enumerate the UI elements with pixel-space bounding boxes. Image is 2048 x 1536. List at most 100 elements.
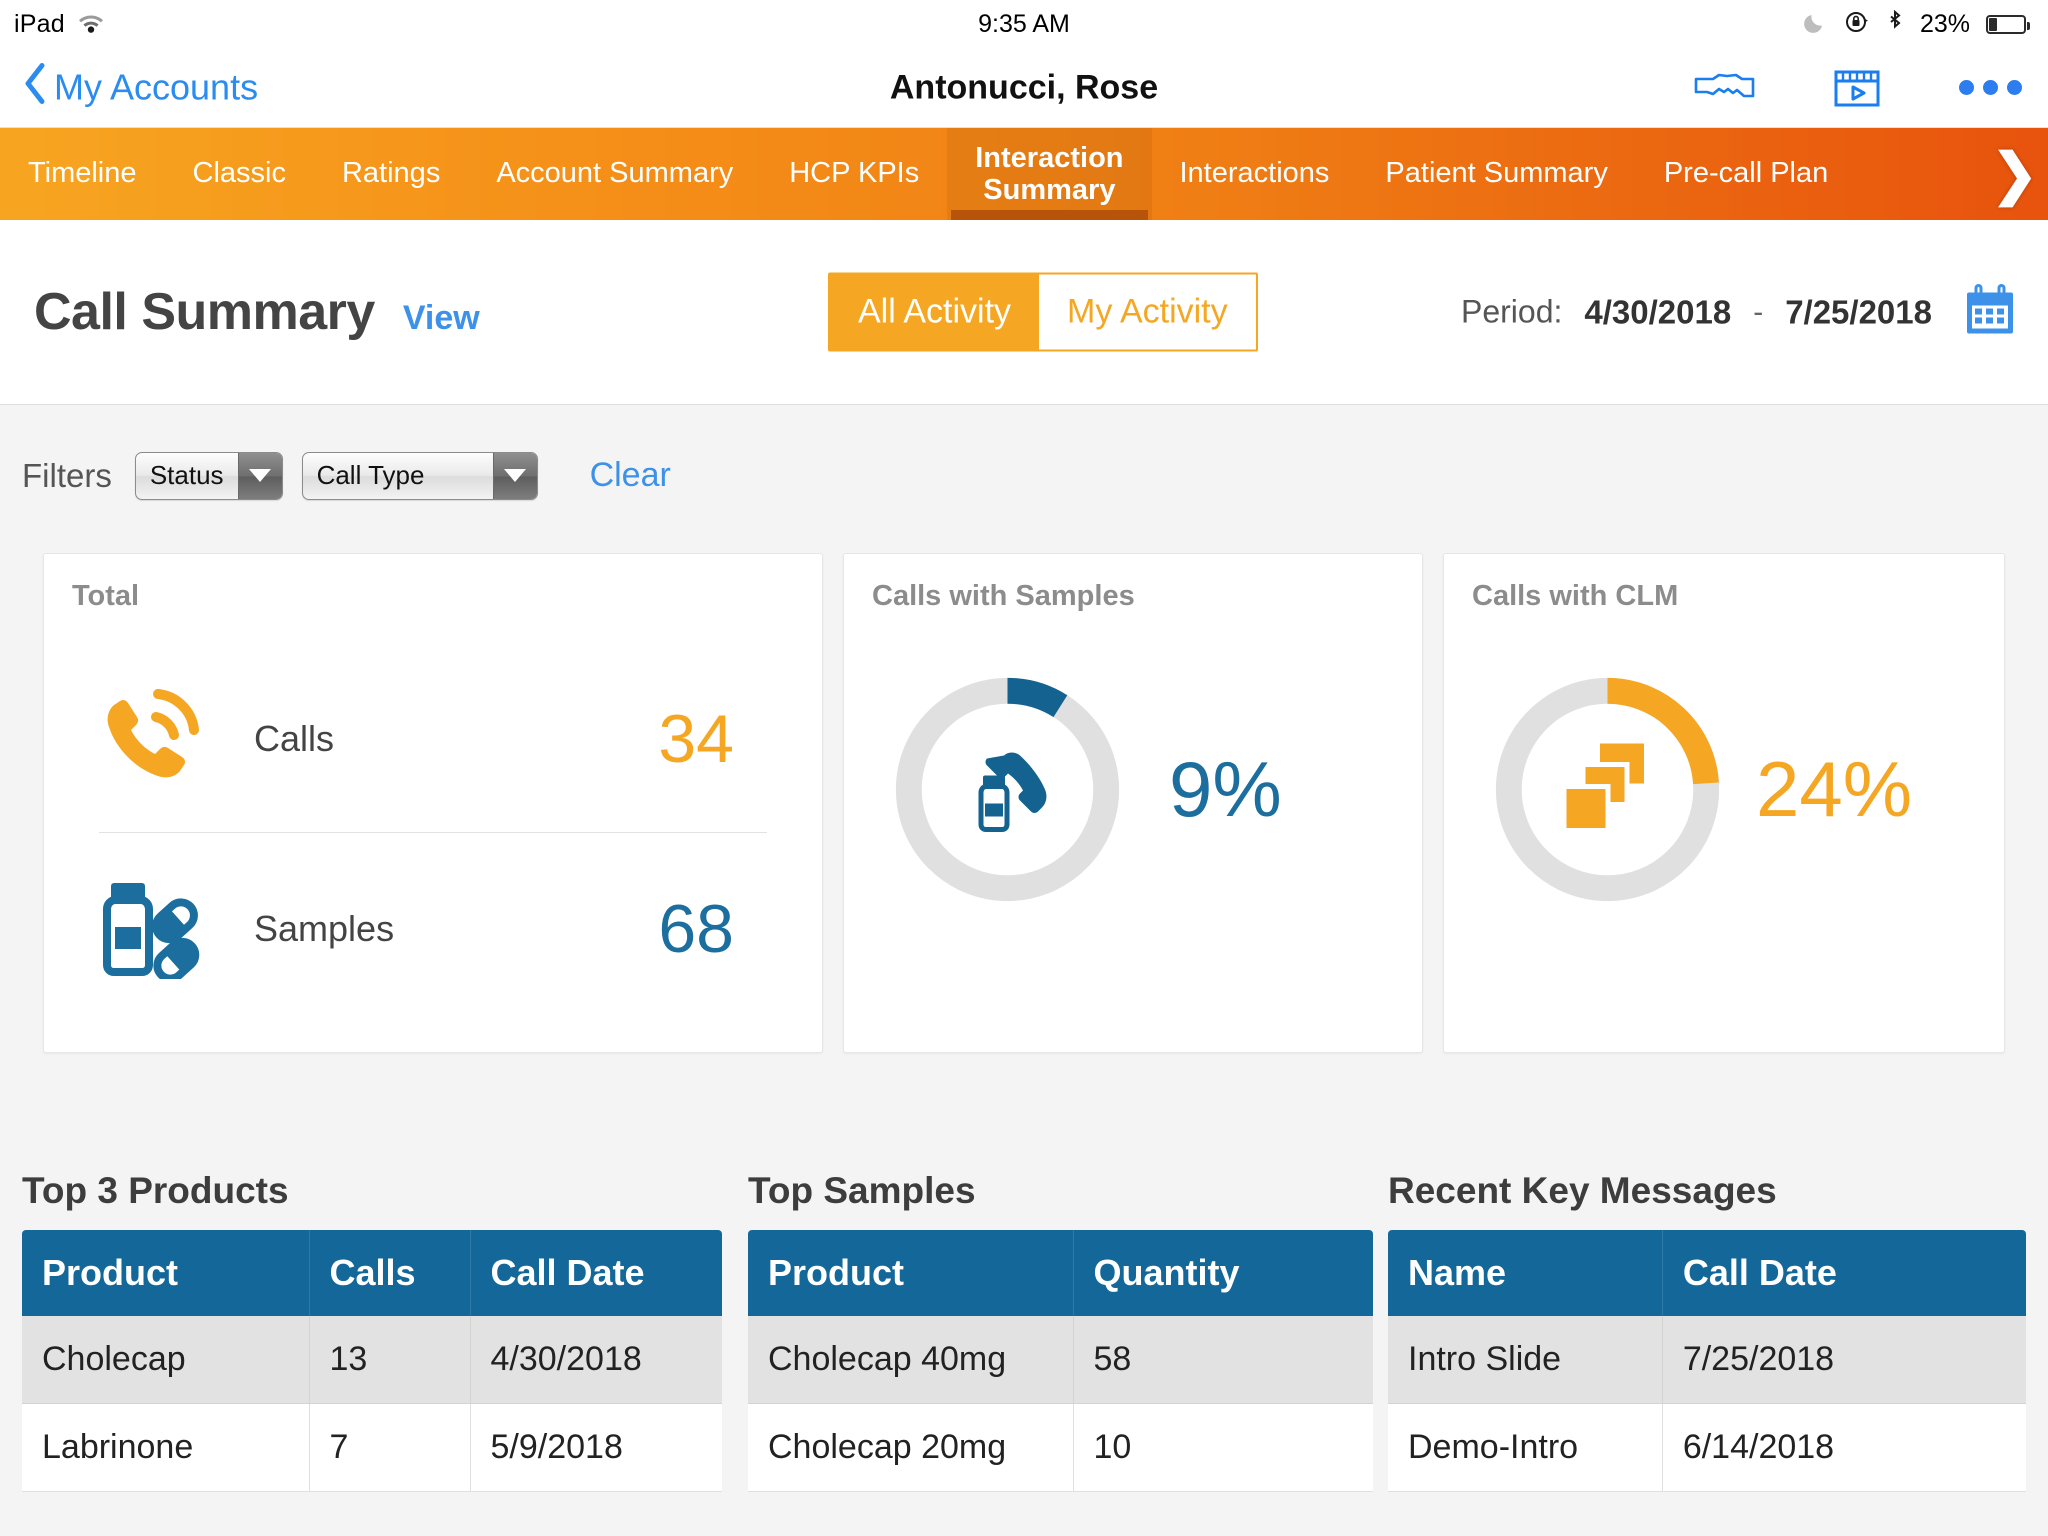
period-selector[interactable]: Period: 4/30/2018 - 7/25/2018 <box>1461 282 2018 343</box>
sample-bottle-pills-icon <box>44 879 254 979</box>
do-not-disturb-icon <box>1802 9 1828 40</box>
period-start-date[interactable]: 4/30/2018 <box>1584 293 1731 331</box>
nav-actions <box>1693 66 2022 110</box>
recent-key-messages-title: Recent Key Messages <box>1388 1170 2026 1212</box>
clm-media-icon[interactable] <box>1833 66 1881 110</box>
bluetooth-icon <box>1886 9 1904 40</box>
calls-with-samples-percent: 9% <box>1169 744 1282 835</box>
handshake-icon[interactable] <box>1693 68 1755 108</box>
total-card-title: Total <box>72 580 139 613</box>
cell-name: Intro Slide <box>1388 1316 1662 1404</box>
table-row[interactable]: Cholecap 20mg 10 <box>748 1404 1373 1492</box>
calendar-icon[interactable] <box>1962 282 2018 343</box>
total-card-divider <box>99 832 767 833</box>
tab-interaction-summary-line1: Interaction <box>975 142 1123 174</box>
call-with-sample-icon <box>960 741 1056 838</box>
ios-status-bar: iPad 9:35 AM <box>0 0 2048 48</box>
cell-call-date: 4/30/2018 <box>470 1316 722 1404</box>
table-header-row: Product Calls Call Date <box>22 1230 722 1316</box>
call-type-filter-select[interactable]: Call Type <box>302 452 538 500</box>
total-samples-value: 68 <box>658 890 822 968</box>
total-calls-row: Calls 34 <box>44 654 822 824</box>
th-quantity[interactable]: Quantity <box>1073 1230 1373 1316</box>
activity-segmented-control[interactable]: All Activity My Activity <box>828 273 1258 352</box>
th-name[interactable]: Name <box>1388 1230 1662 1316</box>
th-product[interactable]: Product <box>22 1230 309 1316</box>
recent-key-messages-block: Recent Key Messages Name Call Date Intro… <box>1388 1170 2026 1492</box>
chevron-right-icon[interactable]: ❯ <box>1991 146 2038 202</box>
tab-ratings[interactable]: Ratings <box>314 128 468 220</box>
cell-call-date: 7/25/2018 <box>1662 1316 2026 1404</box>
table-row[interactable]: Labrinone 7 5/9/2018 <box>22 1404 722 1492</box>
clm-stack-icon <box>1556 737 1660 842</box>
tab-interactions[interactable]: Interactions <box>1152 128 1358 220</box>
cell-calls: 13 <box>309 1316 470 1404</box>
cell-quantity: 10 <box>1073 1404 1373 1492</box>
segment-all-activity[interactable]: All Activity <box>830 275 1039 350</box>
th-calls[interactable]: Calls <box>309 1230 470 1316</box>
top-products-table: Product Calls Call Date Cholecap 13 4/30… <box>22 1230 722 1492</box>
calls-with-samples-card: Calls with Samples 9% <box>843 553 1423 1053</box>
calls-with-clm-donut <box>1490 672 1725 907</box>
total-samples-label: Samples <box>254 908 658 950</box>
status-bar-time: 9:35 AM <box>0 10 2048 39</box>
th-call-date[interactable]: Call Date <box>470 1230 722 1316</box>
table-row[interactable]: Cholecap 13 4/30/2018 <box>22 1316 722 1404</box>
call-type-filter-value: Call Type <box>303 460 493 491</box>
calls-with-clm-percent: 24% <box>1756 744 1912 835</box>
calls-with-clm-card: Calls with CLM 24% <box>1443 553 2005 1053</box>
cell-call-date: 5/9/2018 <box>470 1404 722 1492</box>
tab-patient-summary[interactable]: Patient Summary <box>1357 128 1635 220</box>
segment-my-activity[interactable]: My Activity <box>1039 275 1256 350</box>
status-filter-value: Status <box>136 460 238 491</box>
battery-icon <box>1986 15 2026 34</box>
table-row[interactable]: Cholecap 40mg 58 <box>748 1316 1373 1404</box>
app-screen: iPad 9:35 AM <box>0 0 2048 1536</box>
table-row[interactable]: Demo-Intro 6/14/2018 <box>1388 1404 2026 1492</box>
tab-account-summary[interactable]: Account Summary <box>468 128 761 220</box>
cell-product: Cholecap 20mg <box>748 1404 1073 1492</box>
rotation-lock-icon <box>1844 9 1870 40</box>
module-tab-bar: Timeline Classic Ratings Account Summary… <box>0 128 2048 220</box>
table-row[interactable]: Intro Slide 7/25/2018 <box>1388 1316 2026 1404</box>
calls-with-samples-donut <box>890 672 1125 907</box>
table-header-row: Name Call Date <box>1388 1230 2026 1316</box>
battery-percent-label: 23% <box>1920 10 1970 39</box>
status-bar-right: 23% <box>1802 9 2026 40</box>
tab-timeline[interactable]: Timeline <box>0 128 165 220</box>
total-calls-label: Calls <box>254 718 658 760</box>
phone-call-icon <box>44 689 254 789</box>
top-samples-table: Product Quantity Cholecap 40mg 58 Cholec… <box>748 1230 1373 1492</box>
top-samples-block: Top Samples Product Quantity Cholecap 40… <box>748 1170 1373 1492</box>
tab-pre-call-plan[interactable]: Pre-call Plan <box>1636 128 1856 220</box>
top-products-block: Top 3 Products Product Calls Call Date C… <box>22 1170 722 1492</box>
th-call-date[interactable]: Call Date <box>1662 1230 2026 1316</box>
period-dash: - <box>1753 295 1763 329</box>
call-summary-title-group: Call Summary View <box>34 282 480 342</box>
call-summary-header: Call Summary View All Activity My Activi… <box>0 220 2048 405</box>
chevron-down-icon <box>493 453 537 499</box>
clear-filters-link[interactable]: Clear <box>590 456 671 495</box>
cell-product: Cholecap 40mg <box>748 1316 1073 1404</box>
top-samples-title: Top Samples <box>748 1170 1373 1212</box>
tab-interaction-summary[interactable]: Interaction Summary <box>947 128 1151 220</box>
top-products-title: Top 3 Products <box>22 1170 722 1212</box>
table-header-row: Product Quantity <box>748 1230 1373 1316</box>
status-filter-select[interactable]: Status <box>135 452 283 500</box>
calls-with-samples-title: Calls with Samples <box>872 580 1135 613</box>
tab-hcp-kpis[interactable]: HCP KPIs <box>761 128 947 220</box>
filters-label: Filters <box>22 457 112 495</box>
tab-classic[interactable]: Classic <box>165 128 314 220</box>
view-link[interactable]: View <box>403 299 480 338</box>
period-end-date[interactable]: 7/25/2018 <box>1785 293 1932 331</box>
recent-key-messages-table: Name Call Date Intro Slide 7/25/2018 Dem… <box>1388 1230 2026 1492</box>
period-label: Period: <box>1461 294 1562 331</box>
cell-name: Demo-Intro <box>1388 1404 1662 1492</box>
navigation-bar: My Accounts Antonucci, Rose <box>0 48 2048 128</box>
tab-interaction-summary-line2: Summary <box>975 174 1123 206</box>
more-options-icon[interactable] <box>1959 80 2022 95</box>
total-calls-value: 34 <box>658 700 822 778</box>
cell-product: Labrinone <box>22 1404 309 1492</box>
total-samples-row: Samples 68 <box>44 844 822 1014</box>
th-product[interactable]: Product <box>748 1230 1073 1316</box>
